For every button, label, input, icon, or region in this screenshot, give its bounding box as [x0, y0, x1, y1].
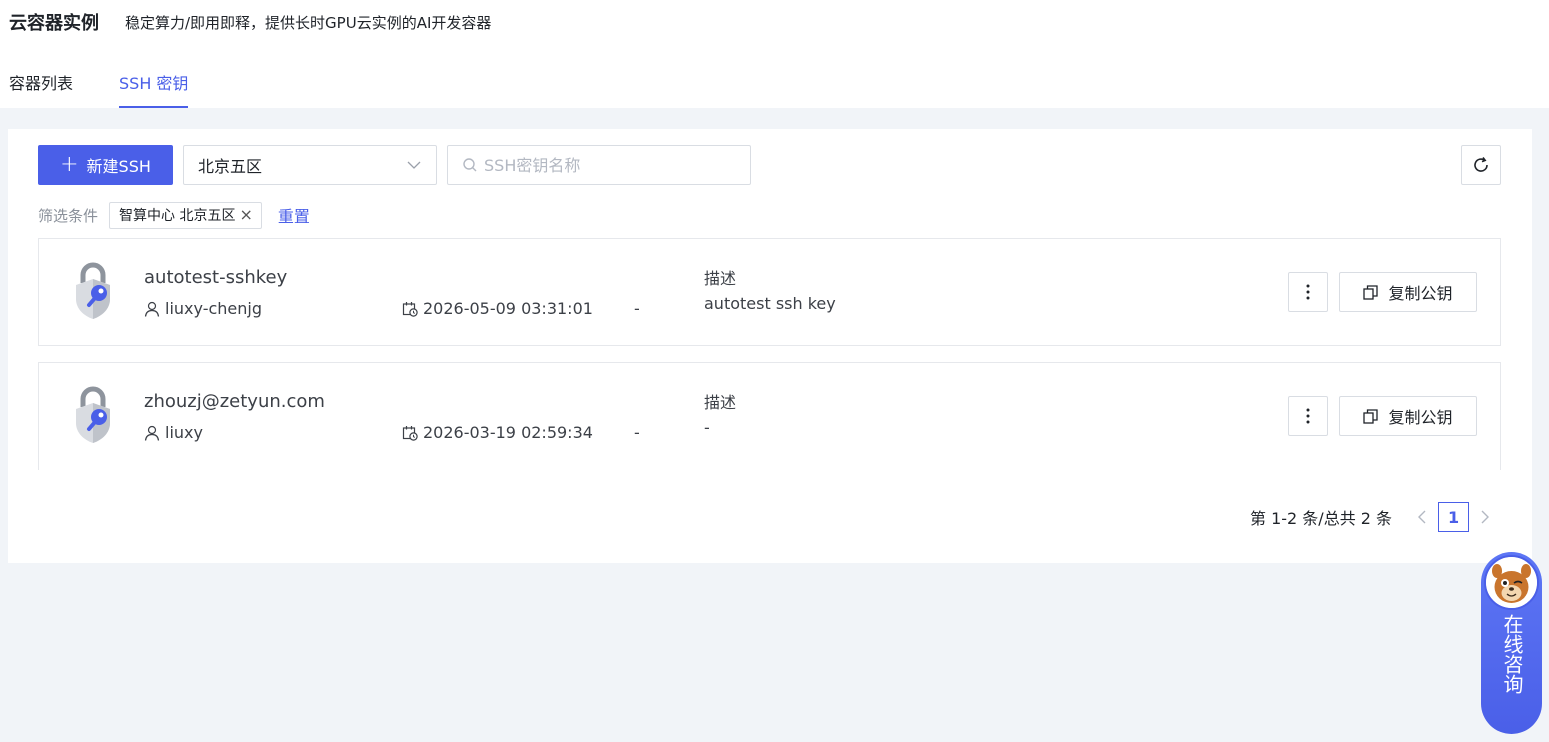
key-extra: - [634, 299, 640, 318]
chevron-left-icon [1418, 510, 1426, 524]
description-value: autotest ssh key [704, 294, 836, 313]
chevron-right-icon [1481, 510, 1490, 524]
page-next-button[interactable] [1475, 503, 1495, 531]
new-ssh-button[interactable]: + 新建SSH [38, 145, 173, 185]
mascot-avatar [1484, 555, 1539, 610]
search-input[interactable] [484, 155, 744, 175]
copy-public-key-button[interactable]: 复制公钥 [1339, 396, 1477, 436]
copy-public-key-button[interactable]: 复制公钥 [1339, 272, 1477, 312]
more-vertical-icon [1306, 284, 1310, 300]
page-prev-button[interactable] [1412, 503, 1432, 531]
refresh-button[interactable] [1461, 145, 1501, 185]
more-actions-button[interactable] [1288, 396, 1328, 436]
key-created: 2026-05-09 03:31:01 [402, 299, 593, 318]
region-select-value: 北京五区 [198, 157, 263, 176]
key-user: liuxy [144, 423, 203, 442]
description-label: 描述 [704, 269, 737, 288]
key-name: autotest-sshkey [144, 267, 288, 288]
pagination-summary: 第 1-2 条/总共 2 条 [1250, 509, 1393, 528]
more-vertical-icon [1306, 408, 1310, 424]
copy-public-key-label: 复制公钥 [1388, 284, 1453, 303]
user-icon [144, 425, 160, 441]
calendar-clock-icon [402, 301, 418, 317]
user-icon [144, 301, 160, 317]
page-subtitle: 稳定算力/即用即释，提供长时GPU云实例的AI开发容器 [125, 14, 492, 32]
page-title: 云容器实例 [9, 13, 99, 34]
calendar-clock-icon [402, 425, 418, 441]
tab-container-list[interactable]: 容器列表 [9, 70, 73, 108]
search-box[interactable] [447, 145, 751, 185]
pagination: 第 1-2 条/总共 2 条 1 [1250, 502, 1495, 532]
key-user-name: liuxy [165, 423, 203, 442]
key-created: 2026-03-19 02:59:34 [402, 423, 593, 442]
new-ssh-label: 新建SSH [86, 157, 151, 176]
copy-icon [1363, 284, 1379, 300]
online-consult-button[interactable]: 在线咨询 [1481, 552, 1542, 734]
filter-tag-label: 智算中心 北京五区 [119, 208, 236, 224]
key-name: zhouzj@zetyun.com [144, 391, 325, 412]
page-header: 云容器实例 稳定算力/即用即释，提供长时GPU云实例的AI开发容器 容器列表 S… [0, 0, 1549, 108]
key-user: liuxy-chenjg [144, 299, 262, 318]
filter-row: 筛选条件 智算中心 北京五区 × 重置 [38, 201, 310, 229]
key-lock-icon [76, 386, 110, 443]
key-extra: - [634, 423, 640, 442]
filter-label: 筛选条件 [38, 206, 99, 225]
refresh-icon [1474, 157, 1488, 172]
search-icon [463, 158, 477, 172]
description-value: - [704, 418, 710, 437]
copy-icon [1363, 408, 1379, 424]
chevron-down-icon [407, 161, 421, 169]
more-actions-button[interactable] [1288, 272, 1328, 312]
mascot-icon [1486, 557, 1537, 608]
key-user-name: liuxy-chenjg [165, 299, 262, 318]
region-select[interactable]: 北京五区 [183, 145, 437, 185]
tab-ssh-keys[interactable]: SSH 密钥 [119, 70, 189, 108]
ssh-key-card: autotest-sshkey liuxy-chenjg 2026-05-09 … [38, 238, 1501, 346]
online-consult-label: 在线咨询 [1500, 614, 1524, 694]
key-created-time: 2026-05-09 03:31:01 [423, 299, 593, 318]
plus-icon: + [60, 152, 79, 177]
copy-public-key-label: 复制公钥 [1388, 408, 1453, 427]
filter-reset-link[interactable]: 重置 [278, 203, 310, 227]
close-icon[interactable]: × [239, 207, 252, 223]
ssh-key-card: zhouzj@zetyun.com liuxy 2026-03-19 02:59… [38, 362, 1501, 470]
description-label: 描述 [704, 393, 737, 412]
page-number-current[interactable]: 1 [1438, 502, 1470, 532]
filter-tag: 智算中心 北京五区 × [109, 201, 262, 229]
ssh-key-panel: + 新建SSH 北京五区 筛选条件 智算中心 北京五区 × 重置 autotes… [8, 129, 1532, 563]
key-created-time: 2026-03-19 02:59:34 [423, 423, 593, 442]
key-lock-icon [76, 262, 110, 319]
